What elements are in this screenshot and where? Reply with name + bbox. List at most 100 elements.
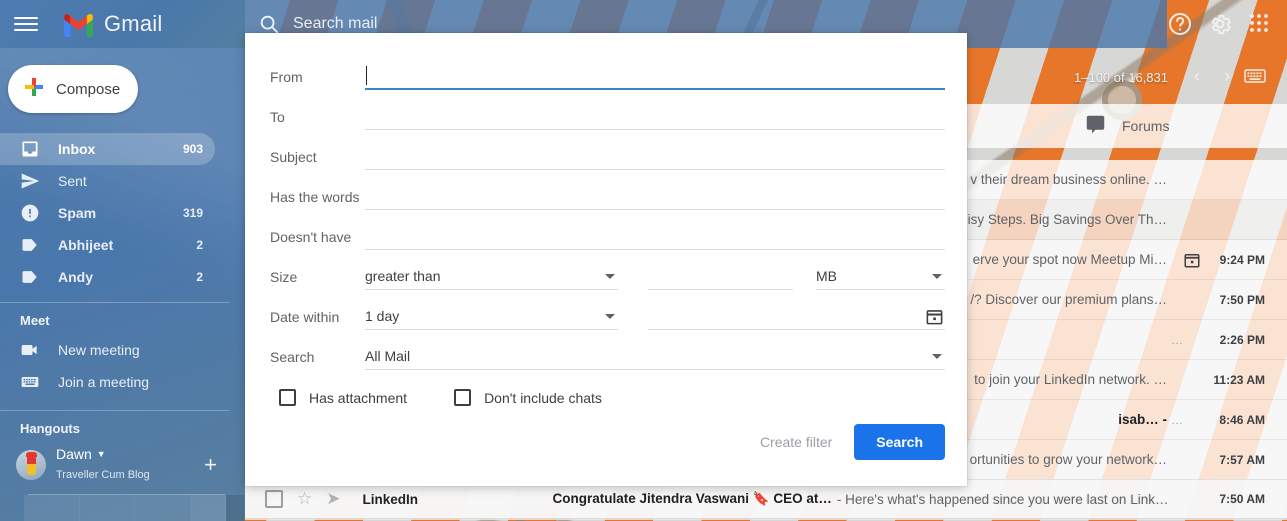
sidebar: Compose Inbox 903 Sent Spam 319 Abhijeet… [0,48,245,521]
keyboard-icon[interactable] [1242,68,1268,86]
sidebar-item-count: 2 [196,238,203,252]
chevron-down-icon [605,274,615,279]
chevron-down-icon [605,314,615,319]
star-icon[interactable]: ☆ [297,489,312,509]
sidebar-item-label: Abhijeet [58,237,114,253]
hangouts-user[interactable]: Dawn ▼ Traveller Cum Blog + [0,442,245,484]
has-words-input[interactable] [365,184,945,210]
row-snippet: isy Steps. Big Savings Over Th… [967,212,1167,227]
search-field-doesnt-have: Doesn't have [245,217,967,257]
size-amount-input[interactable] [648,264,793,290]
row-time: 7:50 PM [1219,292,1265,307]
sidebar-item-label: Inbox [58,141,96,157]
search-checkboxes: Has attachment Don't include chats [245,377,967,406]
overflow-dots-icon: … [1171,412,1183,427]
forums-icon [1085,114,1106,138]
search-field-has-words: Has the words [245,177,967,217]
sidebar-item-join-meeting[interactable]: Join a meeting [0,366,215,398]
search-field-from: From [245,57,967,97]
checkbox-icon[interactable] [265,490,283,508]
gmail-logo[interactable]: Gmail [62,11,162,37]
sidebar-item-count: 2 [196,270,203,284]
field-label: Date within [270,309,340,325]
create-filter-button[interactable]: Create filter [760,434,832,450]
from-input[interactable] [365,64,945,90]
row-snippet: to join your LinkedIn network. … [974,372,1167,387]
size-operator-value: greater than [365,268,441,284]
subject-input[interactable] [365,144,945,170]
row-snippet: /? Discover our premium plans… [970,292,1167,307]
sidebar-item-sent[interactable]: Sent [0,165,215,197]
search-panel-actions: Create filter Search [245,406,967,460]
search-field-subject: Subject [245,137,967,177]
search-input[interactable]: Search mail [293,15,377,33]
hangouts-user-status: Traveller Cum Blog [56,468,150,481]
sidebar-item-count: 319 [182,206,203,220]
top-bar-right [1167,0,1287,48]
size-operator-select[interactable]: greater than [365,264,618,290]
chevron-left-icon[interactable]: ‹ [1182,66,1212,88]
important-marker-icon[interactable]: ➤ [326,489,340,509]
search-icon[interactable] [245,13,293,35]
compose-button[interactable]: Compose [8,65,138,113]
search-field-to: To [245,97,967,137]
sidebar-item-abhijeet[interactable]: Abhijeet 2 [0,229,215,261]
gear-icon[interactable] [1207,11,1233,37]
sidebar-item-inbox[interactable]: Inbox 903 [0,133,215,165]
search-button[interactable]: Search [854,424,945,460]
row-snippet: isab… - [1118,412,1167,427]
sidebar-item-new-meeting[interactable]: New meeting [0,334,215,366]
avatar [16,449,46,480]
row-snippet: - Here's what's happened since you were … [836,491,1169,507]
dont-include-chats-label: Don't include chats [484,389,602,406]
dont-include-chats-checkbox[interactable] [454,389,472,406]
date-range-select[interactable]: 1 day [365,304,618,330]
row-snippet: erve your spot now Meetup Mi… [972,252,1167,267]
scope-select[interactable]: All Mail [365,344,945,370]
sidebar-item-label: New meeting [58,342,140,358]
tab-forums-label: Forums [1122,118,1170,134]
has-attachment-checkbox[interactable] [279,389,296,406]
date-range-value: 1 day [365,308,400,324]
row-time: 2:26 PM [1219,332,1265,347]
row-time: 7:57 AM [1219,452,1265,467]
tab-forums[interactable]: Forums [1085,104,1169,148]
doesnt-have-input[interactable] [365,224,945,250]
sidebar-item-spam[interactable]: Spam 319 [0,197,215,229]
chevron-right-icon[interactable]: › [1212,66,1242,88]
apps-grid-icon[interactable] [1247,11,1273,37]
sidebar-item-andy[interactable]: Andy 2 [0,261,215,293]
size-unit-select[interactable]: MB [816,264,945,290]
hangouts-user-name: Dawn [56,446,92,462]
gmail-logo-icon [62,12,95,37]
row-time: 9:24 PM [1219,252,1265,267]
inbox-icon [20,139,40,159]
hangouts-section-title: Hangouts [20,421,80,436]
to-input[interactable] [365,104,945,130]
chevron-down-icon[interactable]: ▼ [97,449,106,460]
sidebar-item-label: Andy [58,269,93,285]
search-field-size: Size greater than MB [245,257,967,297]
search-field-scope: Search All Mail [245,337,967,377]
row-snippet: ortunities to grow your network… [969,452,1167,467]
size-unit-value: MB [816,268,837,284]
hamburger-menu-icon[interactable] [14,12,38,36]
field-label: Size [270,269,298,285]
pagination-range: 1–100 of 16,831 [1074,69,1168,85]
sidebar-item-label: Spam [58,205,97,221]
scope-value: All Mail [365,348,411,364]
overflow-dots-icon: … [1171,332,1183,347]
row-time: 8:46 AM [1219,412,1265,427]
pagination-controls: 1–100 of 16,831 ‹ › [1074,66,1268,88]
plus-icon[interactable]: + [204,454,217,476]
sidebar-item-count: 903 [182,142,203,156]
label-icon [20,235,40,255]
compose-label: Compose [56,80,121,98]
date-value-input[interactable] [648,304,945,330]
help-icon[interactable] [1167,11,1193,37]
report-icon [20,203,40,223]
field-label: Search [270,349,315,365]
sidebar-nav: Inbox 903 Sent Spam 319 Abhijeet 2 Andy … [0,133,245,293]
hangouts-strip [24,494,245,521]
calendar-icon[interactable] [925,307,944,331]
